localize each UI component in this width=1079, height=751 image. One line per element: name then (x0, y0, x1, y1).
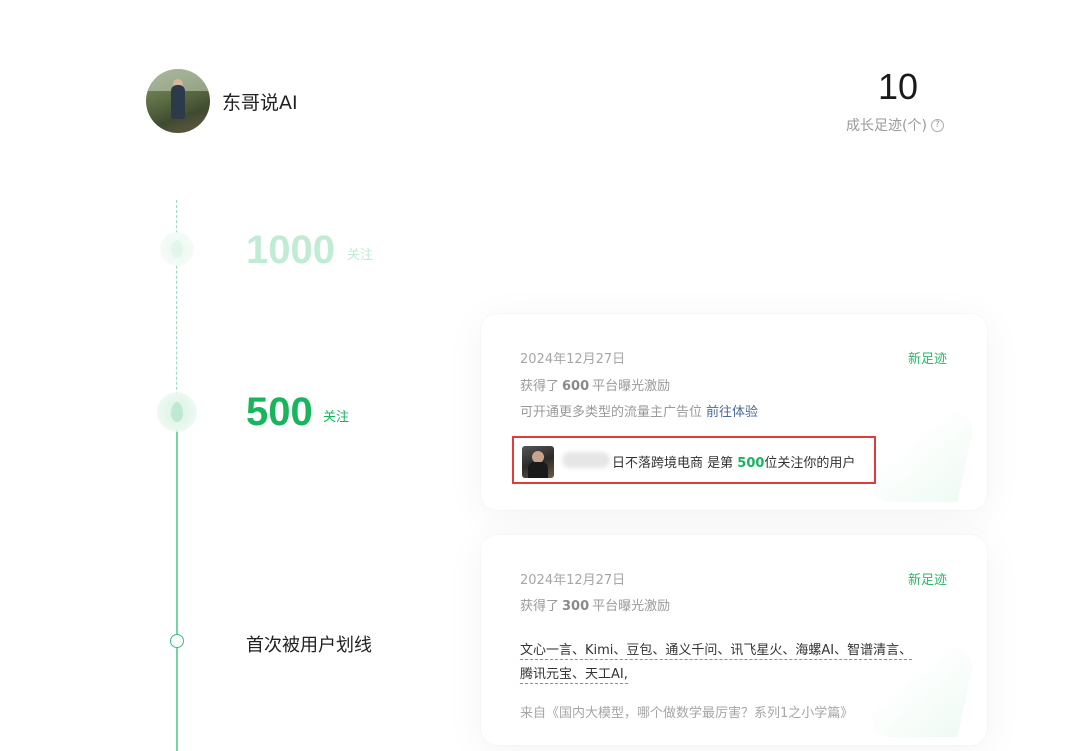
reward-amount: 300 (562, 599, 590, 614)
reward-prefix: 获得了 (520, 599, 560, 614)
follower-text: 日不落跨境电商 是第 500位关注你的用户 (612, 452, 855, 471)
growth-label-text: 成长足迹(个) (846, 118, 927, 134)
help-icon[interactable]: ? (930, 118, 944, 132)
card-reward-line: 获得了 300 平台曝光激励 (520, 595, 670, 614)
leaf-icon (171, 402, 183, 422)
quote-line-2: 腾讯元宝、天工AI, (520, 667, 628, 684)
highlighted-quote[interactable]: 文心一言、Kimi、豆包、通义千问、讯飞星火、海螺AI、智谱清言、 腾讯元宝、天… (520, 639, 950, 687)
try-it-link[interactable]: 前往体验 (706, 405, 758, 420)
milestone-1000-unit: 关注 (347, 248, 374, 263)
card-date: 2024年12月27日 (520, 352, 626, 367)
milestone-500-number: 500 (246, 390, 313, 434)
milestone-500-node (157, 392, 197, 432)
milestone-1000-number: 1000 (246, 228, 335, 272)
milestone-card-500: 2024年12月27日 新足迹 获得了 600 平台曝光激励 可开通更多类型的流量主… (481, 314, 987, 510)
follower-avatar-body (528, 462, 548, 478)
follower-text-after: 位关注你的用户 (764, 456, 856, 471)
follower-avatar[interactable] (522, 446, 554, 478)
card-date: 2024年12月27日 (520, 573, 626, 588)
card-ad-line: 可开通更多类型的流量主广告位 前往体验 (520, 401, 758, 420)
profile-name: 东哥说AI (222, 92, 298, 114)
follower-rank: 500 (737, 456, 765, 471)
quote-source[interactable]: 来自《国内大模型，哪个做数学最厉害？系列1之小学篇》 (520, 702, 853, 721)
follower-name-blurred (562, 452, 610, 468)
reward-suffix: 平台曝光激励 (592, 379, 671, 394)
milestone-1000-node (160, 232, 194, 266)
follower-text-before: 是第 (703, 456, 738, 471)
growth-label: 成长足迹(个) ? (846, 115, 944, 135)
reward-suffix: 平台曝光激励 (592, 599, 671, 614)
profile-avatar[interactable] (146, 69, 210, 133)
timeline-solid-line (176, 415, 178, 751)
milestone-card-first-highlight: 2024年12月27日 新足迹 获得了 300 平台曝光激励 文心一言、Kimi、豆… (481, 535, 987, 745)
reward-amount: 600 (562, 379, 590, 394)
follower-name[interactable]: 日不落跨境电商 (612, 456, 703, 471)
avatar-photo-body (171, 85, 185, 119)
leaf-icon (171, 240, 183, 258)
card-decoration (867, 412, 977, 502)
card-reward-line: 获得了 600 平台曝光激励 (520, 375, 670, 394)
follower-highlight-box[interactable]: 日不落跨境电商 是第 500位关注你的用户 (512, 436, 876, 484)
milestone-first-highlight-node (170, 634, 184, 648)
milestone-500-unit: 关注 (323, 410, 350, 425)
ad-text: 可开通更多类型的流量主广告位 (520, 405, 703, 420)
milestone-first-highlight-label: 首次被用户划线 (246, 635, 372, 656)
new-footprint-badge: 新足迹 (907, 573, 947, 588)
quote-line-1: 文心一言、Kimi、豆包、通义千问、讯飞星火、海螺AI、智谱清言、 (520, 643, 913, 660)
reward-prefix: 获得了 (520, 379, 560, 394)
new-footprint-badge: 新足迹 (907, 352, 947, 367)
growth-count: 10 (877, 66, 919, 107)
